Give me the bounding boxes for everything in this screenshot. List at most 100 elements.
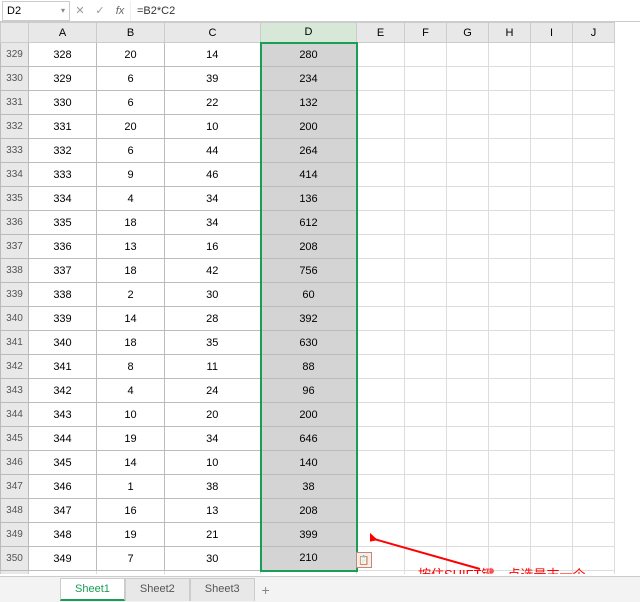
cell-C336[interactable]: 34 bbox=[165, 211, 261, 235]
empty-cell[interactable] bbox=[489, 523, 531, 547]
cancel-formula-button[interactable]: ✕ bbox=[70, 4, 90, 17]
empty-cell[interactable] bbox=[447, 235, 489, 259]
empty-cell[interactable] bbox=[447, 331, 489, 355]
empty-cell[interactable] bbox=[357, 235, 405, 259]
empty-cell[interactable] bbox=[489, 499, 531, 523]
empty-cell[interactable] bbox=[531, 91, 573, 115]
empty-cell[interactable] bbox=[357, 283, 405, 307]
empty-cell[interactable] bbox=[405, 187, 447, 211]
row-header[interactable]: 340 bbox=[1, 307, 29, 331]
row-header[interactable]: 338 bbox=[1, 259, 29, 283]
cell-B347[interactable]: 1 bbox=[97, 475, 165, 499]
row-header[interactable]: 332 bbox=[1, 115, 29, 139]
empty-cell[interactable] bbox=[447, 475, 489, 499]
row-header[interactable]: 346 bbox=[1, 451, 29, 475]
empty-cell[interactable] bbox=[447, 163, 489, 187]
cell-D339[interactable]: 60 bbox=[261, 283, 357, 307]
empty-cell[interactable] bbox=[531, 67, 573, 91]
cell-D338[interactable]: 756 bbox=[261, 259, 357, 283]
empty-cell[interactable] bbox=[405, 91, 447, 115]
empty-cell[interactable] bbox=[531, 379, 573, 403]
empty-cell[interactable] bbox=[405, 43, 447, 67]
cell-D348[interactable]: 208 bbox=[261, 499, 357, 523]
cell-B338[interactable]: 18 bbox=[97, 259, 165, 283]
cell-C341[interactable]: 35 bbox=[165, 331, 261, 355]
empty-cell[interactable] bbox=[357, 211, 405, 235]
empty-cell[interactable] bbox=[447, 307, 489, 331]
sheet-tab-sheet3[interactable]: Sheet3 bbox=[190, 578, 255, 601]
empty-cell[interactable] bbox=[489, 115, 531, 139]
cell-D330[interactable]: 234 bbox=[261, 67, 357, 91]
row-header[interactable]: 331 bbox=[1, 91, 29, 115]
empty-cell[interactable] bbox=[531, 307, 573, 331]
empty-cell[interactable] bbox=[405, 259, 447, 283]
cell-B344[interactable]: 10 bbox=[97, 403, 165, 427]
cell-C340[interactable]: 28 bbox=[165, 307, 261, 331]
empty-cell[interactable] bbox=[489, 235, 531, 259]
cell-C330[interactable]: 39 bbox=[165, 67, 261, 91]
empty-cell[interactable] bbox=[357, 139, 405, 163]
cell-B333[interactable]: 6 bbox=[97, 139, 165, 163]
row-header[interactable]: 333 bbox=[1, 139, 29, 163]
empty-cell[interactable] bbox=[447, 355, 489, 379]
fx-button[interactable]: fx bbox=[110, 5, 130, 17]
empty-cell[interactable] bbox=[489, 139, 531, 163]
empty-cell[interactable] bbox=[531, 331, 573, 355]
empty-cell[interactable] bbox=[447, 379, 489, 403]
cell-C331[interactable]: 22 bbox=[165, 91, 261, 115]
empty-cell[interactable] bbox=[261, 571, 357, 575]
column-header-b[interactable]: B bbox=[97, 23, 165, 43]
corner-cell[interactable] bbox=[1, 23, 29, 43]
cell-C347[interactable]: 38 bbox=[165, 475, 261, 499]
empty-cell[interactable] bbox=[573, 43, 615, 67]
empty-cell[interactable] bbox=[405, 67, 447, 91]
empty-cell[interactable] bbox=[489, 331, 531, 355]
empty-cell[interactable] bbox=[573, 331, 615, 355]
empty-cell[interactable] bbox=[573, 523, 615, 547]
cell-A329[interactable]: 328 bbox=[29, 43, 97, 67]
empty-cell[interactable] bbox=[447, 211, 489, 235]
cell-A343[interactable]: 342 bbox=[29, 379, 97, 403]
cell-D342[interactable]: 88 bbox=[261, 355, 357, 379]
cell-A347[interactable]: 346 bbox=[29, 475, 97, 499]
cell-A349[interactable]: 348 bbox=[29, 523, 97, 547]
empty-cell[interactable] bbox=[489, 211, 531, 235]
empty-cell[interactable] bbox=[531, 523, 573, 547]
cell-C332[interactable]: 10 bbox=[165, 115, 261, 139]
column-header-e[interactable]: E bbox=[357, 23, 405, 43]
column-header-j[interactable]: J bbox=[573, 23, 615, 43]
name-box[interactable]: D2 ▾ bbox=[2, 1, 70, 21]
cell-D344[interactable]: 200 bbox=[261, 403, 357, 427]
empty-cell[interactable] bbox=[357, 187, 405, 211]
cell-B343[interactable]: 4 bbox=[97, 379, 165, 403]
row-header[interactable]: 342 bbox=[1, 355, 29, 379]
empty-cell[interactable] bbox=[531, 451, 573, 475]
cell-D336[interactable]: 612 bbox=[261, 211, 357, 235]
cell-A346[interactable]: 345 bbox=[29, 451, 97, 475]
row-header[interactable]: 336 bbox=[1, 211, 29, 235]
cell-B350[interactable]: 7 bbox=[97, 547, 165, 571]
empty-cell[interactable] bbox=[489, 283, 531, 307]
cell-C329[interactable]: 14 bbox=[165, 43, 261, 67]
cell-A341[interactable]: 340 bbox=[29, 331, 97, 355]
cell-D337[interactable]: 208 bbox=[261, 235, 357, 259]
paste-options-icon[interactable]: 📋 bbox=[356, 552, 372, 568]
cell-B331[interactable]: 6 bbox=[97, 91, 165, 115]
empty-cell[interactable] bbox=[405, 355, 447, 379]
empty-cell[interactable] bbox=[405, 427, 447, 451]
cell-A348[interactable]: 347 bbox=[29, 499, 97, 523]
cell-D349[interactable]: 399 bbox=[261, 523, 357, 547]
empty-cell[interactable] bbox=[405, 331, 447, 355]
empty-cell[interactable] bbox=[447, 403, 489, 427]
empty-cell[interactable] bbox=[573, 379, 615, 403]
empty-cell[interactable] bbox=[489, 307, 531, 331]
empty-cell[interactable] bbox=[447, 115, 489, 139]
empty-cell[interactable] bbox=[573, 211, 615, 235]
empty-cell[interactable] bbox=[357, 475, 405, 499]
empty-cell[interactable] bbox=[573, 283, 615, 307]
empty-cell[interactable] bbox=[531, 211, 573, 235]
cell-D350[interactable]: 210 bbox=[261, 547, 357, 571]
cell-B341[interactable]: 18 bbox=[97, 331, 165, 355]
cell-D347[interactable]: 38 bbox=[261, 475, 357, 499]
empty-cell[interactable] bbox=[405, 499, 447, 523]
